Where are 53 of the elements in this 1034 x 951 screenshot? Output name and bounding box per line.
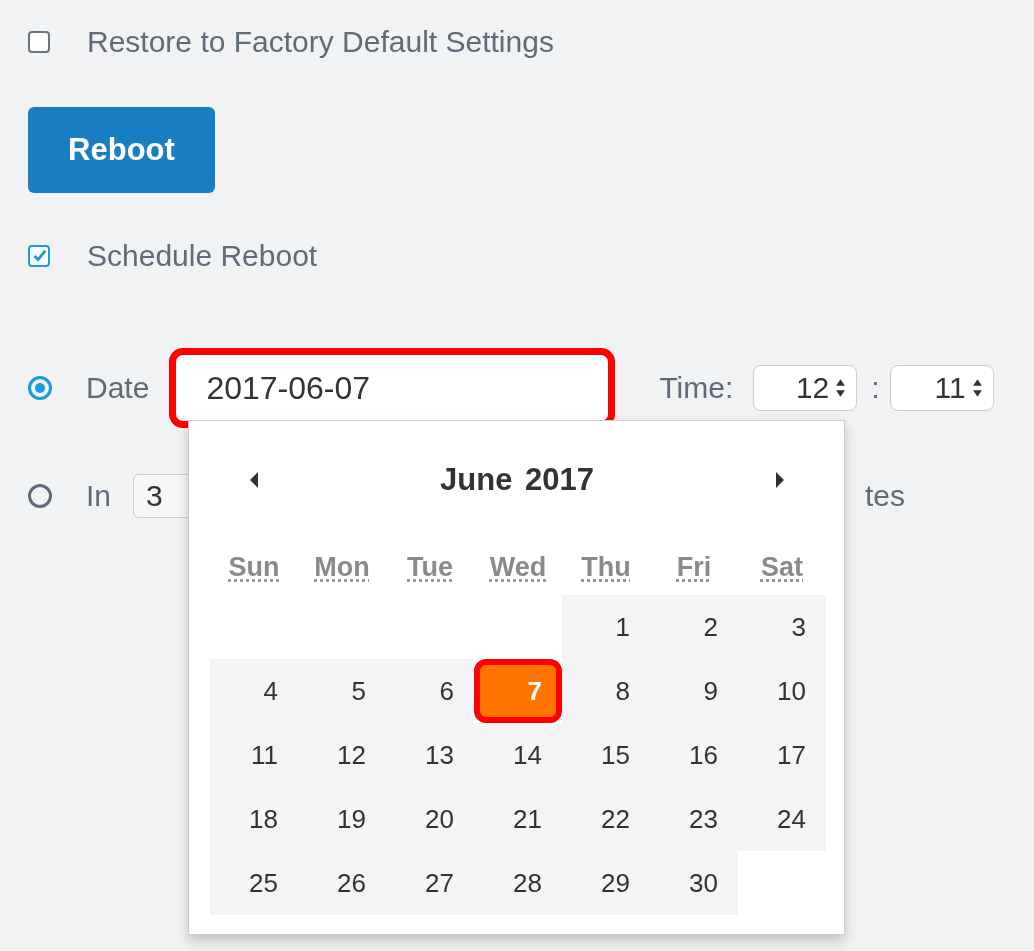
weekday-header: Fri — [675, 550, 713, 584]
checkbox[interactable] — [28, 245, 50, 267]
next-month-icon[interactable] — [774, 469, 786, 491]
calendar-day[interactable]: 1 — [562, 595, 650, 659]
checkbox-label: Restore to Factory Default Settings — [87, 24, 554, 60]
calendar-day[interactable]: 11 — [210, 723, 298, 787]
calendar-day[interactable]: 2 — [650, 595, 738, 659]
time-label: Time: — [659, 370, 734, 406]
checkbox[interactable] — [28, 31, 50, 53]
weekday-header: Thu — [580, 550, 632, 584]
calendar-day[interactable]: 16 — [650, 723, 738, 787]
calendar-day[interactable]: 13 — [386, 723, 474, 787]
calendar-day[interactable]: 20 — [386, 787, 474, 851]
calendar-day[interactable]: 6 — [386, 659, 474, 723]
calendar-day[interactable]: 25 — [210, 851, 298, 915]
radio-label: Date — [86, 370, 150, 406]
calendar-day[interactable]: 30 — [650, 851, 738, 915]
weekday-header: Sun — [227, 550, 281, 584]
radio-label: In — [86, 478, 112, 514]
calendar-day[interactable]: 15 — [562, 723, 650, 787]
calendar-day[interactable]: 12 — [298, 723, 386, 787]
weekday-header: Tue — [406, 550, 454, 584]
date-field[interactable]: 2017-06-07 — [169, 348, 616, 428]
calendar-day[interactable]: 17 — [738, 723, 826, 787]
calendar-day[interactable]: 5 — [298, 659, 386, 723]
weekday-header: Mon — [313, 550, 371, 584]
calendar-day[interactable]: 19 — [298, 787, 386, 851]
month-title: June 2017 — [440, 462, 594, 498]
calendar-day[interactable]: 21 — [474, 787, 562, 851]
calendar-day[interactable]: 22 — [562, 787, 650, 851]
calendar-day[interactable]: 24 — [738, 787, 826, 851]
checkbox-label: Schedule Reboot — [87, 238, 318, 274]
reboot-button[interactable]: Reboot — [28, 107, 215, 193]
calendar-day[interactable]: 8 — [562, 659, 650, 723]
calendar-day[interactable]: 27 — [386, 851, 474, 915]
hour-spinner[interactable]: 12 — [753, 365, 858, 411]
calendar-day[interactable]: 14 — [474, 723, 562, 787]
radio-button[interactable] — [28, 484, 52, 508]
calendar-day[interactable]: 3 — [738, 595, 826, 659]
calendar-day[interactable]: 9 — [650, 659, 738, 723]
calendar-day[interactable]: 4 — [210, 659, 298, 723]
weekday-header: Wed — [488, 550, 548, 584]
radio-button[interactable] — [28, 376, 52, 400]
minutes-label: tes — [865, 478, 906, 514]
calendar-day[interactable]: 18 — [210, 787, 298, 851]
time-separator: : — [871, 370, 880, 406]
calendar-day[interactable]: 23 — [650, 787, 738, 851]
weekday-header: Sat — [760, 550, 804, 584]
calendar-day[interactable]: 28 — [474, 851, 562, 915]
calendar-day[interactable]: 26 — [298, 851, 386, 915]
calendar-day[interactable]: 10 — [738, 659, 826, 723]
calendar-day[interactable]: 29 — [562, 851, 650, 915]
minute-spinner[interactable]: 11 — [889, 365, 994, 411]
